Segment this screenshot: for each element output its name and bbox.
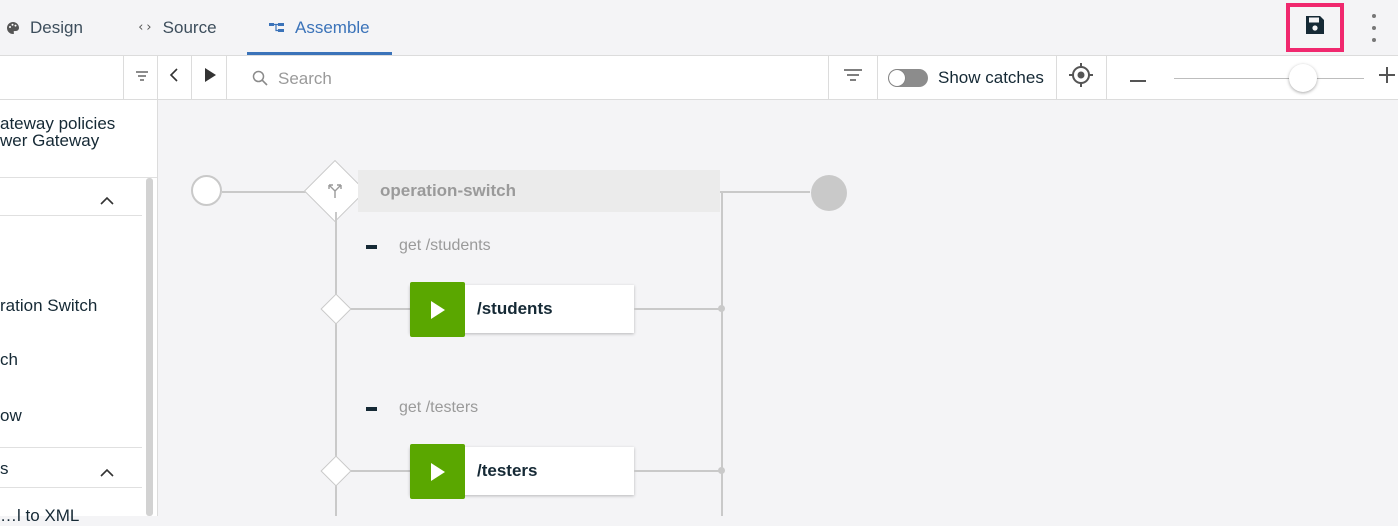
case-condition: get /testers — [399, 399, 479, 416]
palette-item[interactable]: ration Switch — [0, 296, 97, 316]
run-button[interactable] — [196, 56, 224, 99]
palette-filter-button[interactable] — [130, 56, 154, 99]
invoke-node-label: /testers — [477, 461, 538, 480]
divider — [877, 56, 878, 99]
filter-icon — [843, 68, 863, 87]
play-icon — [204, 68, 216, 87]
divider — [191, 56, 192, 99]
filter-icon — [135, 69, 149, 87]
invoke-node[interactable]: /testers — [410, 444, 634, 499]
zoom-slider-handle[interactable] — [1289, 64, 1318, 92]
junction-dot — [718, 305, 725, 312]
divider — [123, 56, 124, 99]
divider — [0, 177, 157, 178]
invoke-icon — [410, 444, 465, 499]
connector-line — [351, 308, 411, 310]
search-input[interactable] — [276, 56, 800, 101]
junction-dot — [718, 467, 725, 474]
center-view-button[interactable] — [1062, 56, 1100, 99]
tab-source[interactable]: ‹› Source — [137, 0, 217, 55]
policy-palette: ateway policies wer Gateway ration Switc… — [0, 100, 158, 525]
search-icon — [250, 56, 270, 99]
more-dot-icon — [1372, 38, 1376, 42]
chevron-left-icon — [169, 68, 179, 87]
case-branch-node — [320, 293, 352, 325]
tab-design-label: Design — [30, 17, 83, 37]
back-button[interactable] — [162, 56, 186, 99]
tab-assemble[interactable]: Assemble — [247, 0, 392, 55]
invoke-icon — [410, 282, 465, 337]
palette-icon — [6, 21, 20, 35]
tab-assemble-label: Assemble — [295, 17, 370, 37]
connector-line — [222, 191, 316, 193]
more-dot-icon — [1372, 14, 1376, 18]
divider — [0, 487, 142, 488]
divider — [226, 56, 227, 99]
divider — [1106, 56, 1107, 99]
palette-item[interactable]: …l to XML — [0, 506, 79, 526]
connector-line — [634, 308, 722, 310]
invoke-node[interactable]: /students — [410, 282, 634, 337]
flow-end-node — [811, 175, 847, 211]
palette-item[interactable]: ch — [0, 350, 18, 370]
divider — [828, 56, 829, 99]
palette-section-title: s — [0, 459, 9, 478]
toggle-knob — [889, 70, 905, 86]
connector-line — [351, 470, 411, 472]
flow-start-node — [191, 175, 222, 206]
collapse-case-icon[interactable] — [366, 245, 377, 249]
connector-line — [634, 470, 722, 472]
plus-icon — [1379, 67, 1395, 88]
divider — [1056, 56, 1057, 99]
tab-bar: Design ‹› Source Assemble — [0, 0, 1398, 56]
switch-title-bar[interactable]: operation-switch — [358, 170, 720, 212]
case-branch-node — [320, 455, 352, 487]
more-dot-icon — [1372, 26, 1376, 30]
connector-line — [720, 191, 810, 193]
zoom-slider[interactable] — [1174, 78, 1364, 79]
divider — [0, 215, 142, 216]
palette-header-line2: wer Gateway — [0, 131, 100, 150]
more-options-button[interactable] — [1366, 14, 1382, 42]
chevron-up-icon — [100, 468, 114, 477]
code-icon: ‹› — [137, 20, 153, 35]
zoom-in-button[interactable] — [1376, 56, 1398, 99]
collapse-section-button[interactable] — [100, 192, 114, 206]
save-button[interactable] — [1286, 3, 1344, 52]
chevron-up-icon — [100, 196, 114, 205]
divider — [0, 447, 142, 448]
palette-scrollbar[interactable] — [146, 178, 153, 516]
locate-icon — [1068, 62, 1094, 93]
collapse-section-button[interactable] — [100, 464, 114, 478]
active-tab-indicator — [247, 52, 392, 55]
minus-icon — [1130, 69, 1146, 87]
assemble-icon — [269, 22, 285, 34]
tab-design[interactable]: Design — [6, 0, 83, 55]
show-catches-label: Show catches — [938, 68, 1044, 87]
save-icon — [1304, 14, 1326, 41]
tab-source-label: Source — [162, 17, 217, 37]
show-catches-toggle[interactable] — [888, 69, 928, 87]
switch-title: operation-switch — [380, 181, 517, 200]
invoke-node-label: /students — [477, 299, 553, 318]
canvas-filter-button[interactable] — [835, 56, 871, 99]
case-condition: get /students — [399, 237, 491, 254]
palette-item[interactable]: ow — [0, 406, 22, 426]
divider — [157, 56, 158, 99]
collapse-case-icon[interactable] — [366, 407, 377, 411]
assembly-canvas[interactable]: operation-switch get /students /students… — [158, 100, 1398, 516]
zoom-out-button[interactable] — [1126, 56, 1150, 99]
switch-icon — [325, 181, 345, 201]
